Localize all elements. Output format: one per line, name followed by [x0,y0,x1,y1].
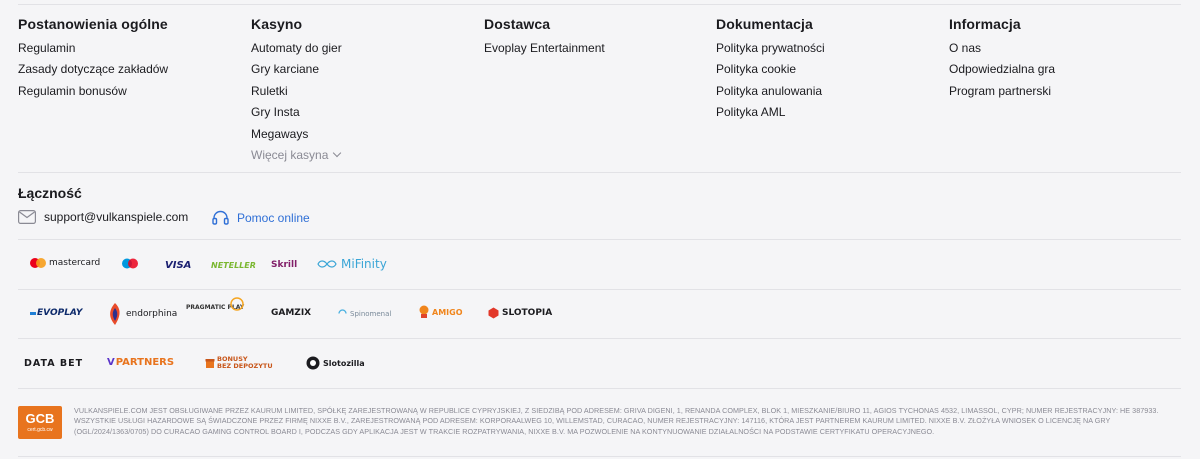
link-card-games[interactable]: Gry karciane [251,61,342,82]
contact-title: Łączność [18,185,82,201]
link-evoplay[interactable]: Evoplay Entertainment [484,40,605,61]
databet-text: DATA BET [24,358,84,369]
spinomenal-logo: Spinomenal [338,309,391,318]
slotozilla-text: Slotozilla [323,358,365,368]
endorphina-text: endorphina [126,309,178,319]
endorphina-logo: endorphina [106,302,177,326]
gamzix-text: GAMZIX [271,308,312,318]
mifinity-logo: MiFinity [316,257,387,271]
column-title: Dokumentacja [716,16,813,32]
mail-icon [18,210,36,224]
evoplay-logo: EVOPLAY [30,308,82,318]
help-label: Pomoc online [237,211,310,225]
footer-column-docs: Dokumentacja Polityka prywatności Polity… [716,16,825,126]
email-label: support@vulkanspiele.com [44,210,189,224]
mifinity-text: MiFinity [341,257,387,271]
link-insta-games[interactable]: Gry Insta [251,104,342,125]
gcb-title: GCB [25,411,55,426]
mastercard-logo: mastercard [30,258,100,268]
bonusy-line2: BEZ DEPOZYTU [217,362,273,370]
amigo-text: AMIGO [432,307,463,317]
link-about[interactable]: O nas [949,40,1055,61]
link-bonus-rules[interactable]: Regulamin bonusów [18,83,168,104]
footer-column-terms: Postanowienia ogólne Regulamin Zasady do… [18,16,168,104]
divider [18,172,1181,173]
neteller-text: NETELLER [211,261,256,270]
pragmatic-play-logo: PRAGMATIC PLAY [186,297,244,311]
column-title: Kasyno [251,16,303,32]
email-link[interactable]: support@vulkanspiele.com [18,210,188,224]
divider-top [18,4,1181,5]
link-slots[interactable]: Automaty do gier [251,40,342,61]
chevron-down-icon [333,148,342,158]
gamzix-logo: GAMZIX [271,308,311,318]
divider [18,289,1181,290]
footer-column-provider: Dostawca Evoplay Entertainment [484,16,605,61]
evoplay-text: EVOPLAY [37,308,83,318]
more-casino-button[interactable]: Więcej kasyna [251,147,342,168]
link-roulette[interactable]: Ruletki [251,83,342,104]
link-cookie[interactable]: Polityka cookie [716,61,825,82]
visa-text: VISA [165,260,192,271]
headset-icon [212,210,229,225]
legal-notice: Vulkanspiele.com jest obsługiwane przez … [74,406,1159,436]
divider-bottom [18,456,1181,457]
divider [18,239,1181,240]
link-megaways[interactable]: Megaways [251,126,342,147]
more-casino-label: Więcej kasyna [251,147,329,162]
gcb-license-badge[interactable]: GCB cert.gcb.cw [18,406,62,439]
footer-column-casino: Kasyno Automaty do gier Gry karciane Rul… [251,16,342,168]
slotopia-logo: SLOTOPIA [488,307,552,319]
online-help-link[interactable]: Pomoc online [212,210,310,226]
neteller-logo: NETELLER [211,261,256,270]
vpartners-text: PARTNERS [115,357,175,368]
amigo-gaming-logo: AMIGO [418,305,463,319]
column-title: Postanowienia ogólne [18,16,168,32]
column-title: Informacja [949,16,1021,32]
maestro-logo [121,258,139,271]
link-responsible-gaming[interactable]: Odpowiedzialna gra [949,61,1055,82]
link-privacy[interactable]: Polityka prywatności [716,40,825,61]
mastercard-text: mastercard [49,258,101,268]
skrill-text: Skrill [271,260,298,270]
slotozilla-logo: Slotozilla [306,356,365,370]
link-regulamin[interactable]: Regulamin [18,40,168,61]
link-affiliate[interactable]: Program partnerski [949,83,1055,104]
bonusy-logo: BONUSY BEZ DEPOZYTU [205,356,273,370]
spinomenal-text: Spinomenal [350,309,392,318]
skrill-logo: Skrill [271,260,297,270]
footer-column-info: Informacja O nas Odpowiedzialna gra Prog… [949,16,1055,104]
databet-logo: DATA BET [24,358,83,369]
link-cancellation[interactable]: Polityka anulowania [716,83,825,104]
link-aml[interactable]: Polityka AML [716,104,825,125]
divider [18,388,1181,389]
vpartners-logo: V PARTNERS [107,357,175,368]
column-title: Dostawca [484,16,551,32]
divider [18,338,1181,339]
link-betting-rules[interactable]: Zasady dotyczące zakładów [18,61,168,82]
slotopia-text: SLOTOPIA [502,308,553,318]
visa-logo: VISA [165,260,191,271]
gcb-sub: cert.gcb.cw [27,427,53,433]
